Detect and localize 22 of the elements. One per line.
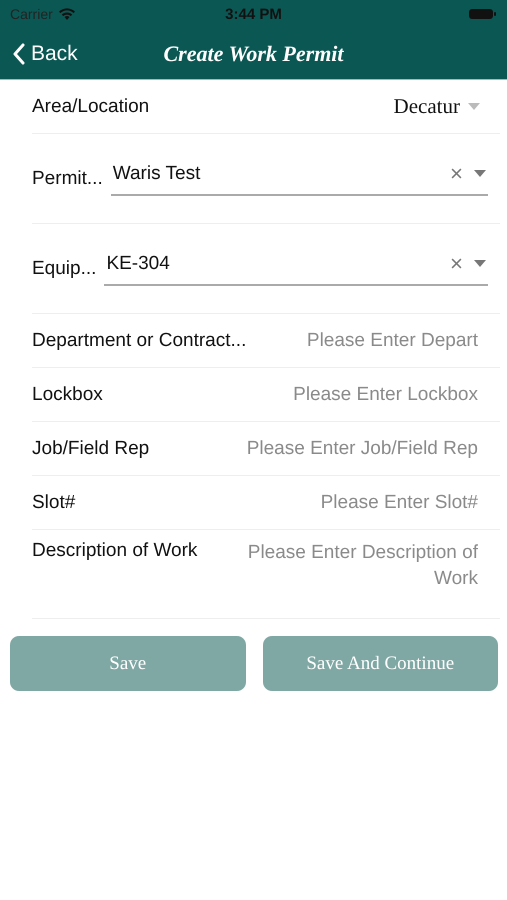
field-label: Lockbox: [32, 384, 103, 406]
select-field[interactable]: KE-304: [104, 244, 488, 286]
location-dropdown[interactable]: Decatur: [394, 94, 500, 119]
chevron-left-icon: [13, 42, 25, 64]
select-field[interactable]: Waris Test: [110, 154, 488, 196]
field-label: Slot#: [32, 492, 76, 514]
clear-icon[interactable]: [451, 258, 462, 269]
field-label: Job/Field Rep: [32, 438, 150, 460]
status-time: 3:44 PM: [225, 6, 282, 22]
caret-down-icon: [468, 103, 480, 110]
caret-down-icon: [474, 260, 486, 267]
wifi-icon: [58, 8, 75, 20]
field-label: Department or Contract...: [32, 330, 246, 352]
field-label: Permit...: [32, 168, 103, 190]
caret-down-icon: [474, 170, 486, 177]
clear-icon[interactable]: [451, 168, 462, 179]
field-label: Equip...: [32, 258, 96, 280]
screen-title: Create Work Permit: [163, 40, 344, 66]
field-label: Description of Work: [32, 540, 198, 562]
battery-icon: [469, 8, 497, 20]
field-label: Area/Location: [32, 96, 150, 118]
back-button[interactable]: Back: [0, 42, 78, 66]
